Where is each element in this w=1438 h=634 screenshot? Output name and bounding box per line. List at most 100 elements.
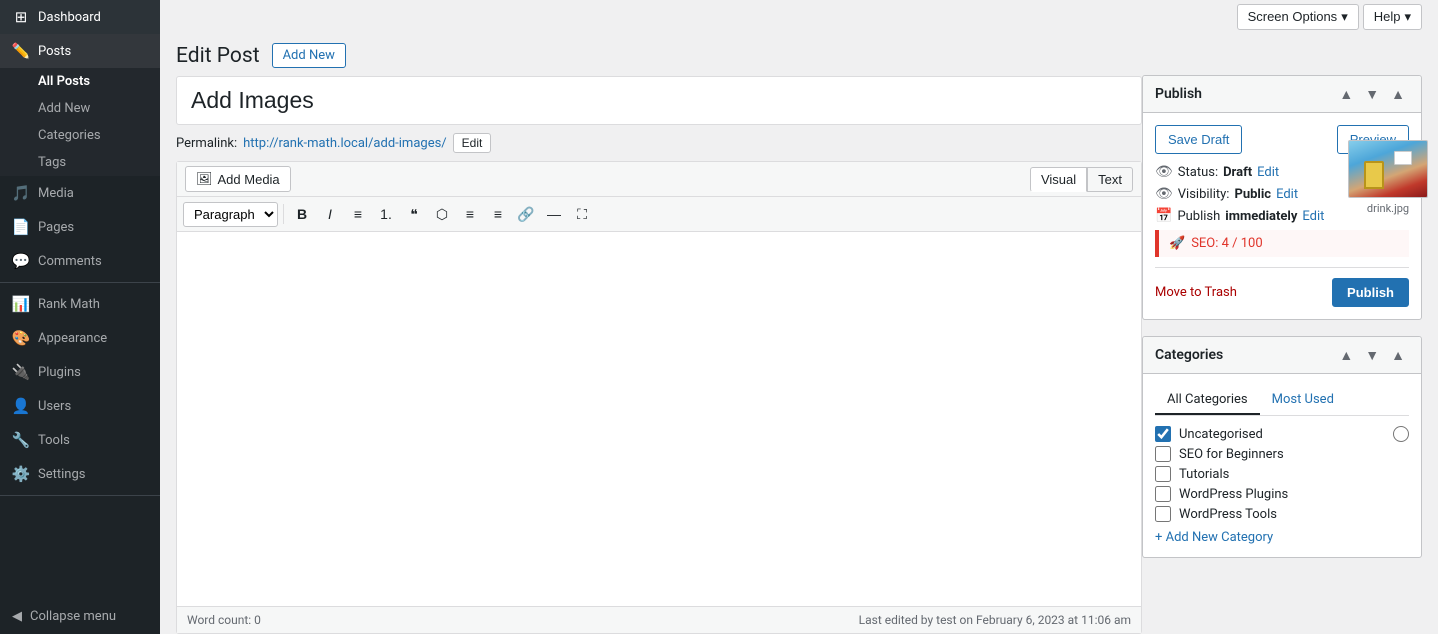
publish-collapse-down[interactable]: ▼ bbox=[1361, 84, 1383, 104]
publish-close[interactable]: ▲ bbox=[1387, 84, 1409, 104]
sidebar-divider-2 bbox=[0, 495, 160, 496]
visibility-label: Visibility: bbox=[1178, 187, 1230, 202]
publish-metabox-title: Publish bbox=[1155, 86, 1202, 102]
ordered-list-button[interactable]: 1. bbox=[373, 201, 399, 227]
publish-metabox: Publish ▲ ▼ ▲ Save Draft Preview 👁 Statu… bbox=[1142, 75, 1422, 320]
plugins-icon: 🔌 bbox=[12, 363, 30, 381]
sidebar-label-settings: Settings bbox=[38, 467, 85, 482]
sidebar-item-dashboard[interactable]: ⊞ Dashboard bbox=[0, 0, 160, 34]
appearance-icon: 🎨 bbox=[12, 329, 30, 347]
publish-collapse-up[interactable]: ▲ bbox=[1335, 84, 1357, 104]
visual-tab[interactable]: Visual bbox=[1030, 167, 1087, 192]
bold-button[interactable]: B bbox=[289, 201, 315, 227]
paragraph-select[interactable]: Paragraph bbox=[183, 202, 278, 227]
sidebar-item-add-new[interactable]: Add New bbox=[0, 95, 160, 122]
media-icon: 🎵 bbox=[12, 184, 30, 202]
add-new-button[interactable]: Add New bbox=[272, 43, 346, 68]
pages-icon: 📄 bbox=[12, 218, 30, 236]
categories-down[interactable]: ▼ bbox=[1361, 345, 1383, 365]
italic-button[interactable]: I bbox=[317, 201, 343, 227]
permalink-link[interactable]: http://rank-math.local/add-images/ bbox=[243, 136, 447, 151]
dashboard-icon: ⊞ bbox=[12, 8, 30, 26]
screen-options-chevron: ▾ bbox=[1341, 9, 1348, 25]
collapse-menu[interactable]: ◀ Collapse menu bbox=[0, 599, 160, 634]
collapse-label: Collapse menu bbox=[30, 609, 116, 624]
content-area: Edit Post Add New Permalink: http://rank… bbox=[160, 33, 1438, 634]
screen-options-button[interactable]: Screen Options ▾ bbox=[1237, 4, 1359, 30]
preview-button[interactable]: Preview bbox=[1337, 125, 1409, 154]
editor-body[interactable] bbox=[177, 232, 1141, 606]
text-tab[interactable]: Text bbox=[1087, 167, 1133, 192]
category-checkbox-wp-tools[interactable] bbox=[1155, 506, 1171, 522]
editor-wrapper: 🖼 Add Media Visual Text Paragraph B I bbox=[176, 161, 1142, 634]
tab-all-categories[interactable]: All Categories bbox=[1155, 386, 1260, 415]
post-title-input[interactable] bbox=[176, 76, 1142, 125]
editor-toolbar: Paragraph B I ≡ 1. ❝ ⬡ ≡ ≡ 🔗 — ⛶ bbox=[177, 197, 1141, 232]
category-list: Uncategorised SEO for Beginners Tutorial… bbox=[1155, 426, 1409, 522]
visibility-row: 👁 Visibility: Public Edit bbox=[1155, 186, 1409, 202]
sidebar-item-users[interactable]: 👤 Users bbox=[0, 389, 160, 423]
move-to-trash-link[interactable]: Move to Trash bbox=[1155, 285, 1237, 300]
sidebar-label-rank-math: Rank Math bbox=[38, 297, 100, 312]
category-checkbox-tutorials[interactable] bbox=[1155, 466, 1171, 482]
seo-value: SEO: 4 / 100 bbox=[1191, 236, 1262, 251]
publish-button[interactable]: Publish bbox=[1332, 278, 1409, 307]
publish-metabox-body: Save Draft Preview 👁 Status: Draft Edit … bbox=[1143, 113, 1421, 319]
editor-panel: Edit Post Add New Permalink: http://rank… bbox=[176, 33, 1142, 634]
editor-top-bar: 🖼 Add Media Visual Text bbox=[177, 162, 1141, 197]
sidebar-item-tools[interactable]: 🔧 Tools bbox=[0, 423, 160, 457]
permalink-row: Permalink: http://rank-math.local/add-im… bbox=[176, 133, 1142, 153]
category-checkbox-seo-beginners[interactable] bbox=[1155, 446, 1171, 462]
rank-math-icon: 📊 bbox=[12, 295, 30, 313]
category-item-tutorials: Tutorials bbox=[1155, 466, 1409, 482]
sidebar-item-settings[interactable]: ⚙️ Settings bbox=[0, 457, 160, 491]
sidebar-item-categories[interactable]: Categories bbox=[0, 122, 160, 149]
align-center-button[interactable]: ≡ bbox=[457, 201, 483, 227]
align-right-button[interactable]: ≡ bbox=[485, 201, 511, 227]
sidebar-item-all-posts[interactable]: All Posts bbox=[0, 68, 160, 95]
sidebar-item-rank-math[interactable]: 📊 Rank Math bbox=[0, 287, 160, 321]
link-button[interactable]: 🔗 bbox=[513, 201, 539, 227]
category-label-uncategorised: Uncategorised bbox=[1179, 427, 1263, 442]
visibility-edit-link[interactable]: Edit bbox=[1276, 187, 1298, 202]
add-new-category-link[interactable]: + Add New Category bbox=[1155, 530, 1409, 545]
sidebar-item-appearance[interactable]: 🎨 Appearance bbox=[0, 321, 160, 355]
help-button[interactable]: Help ▾ bbox=[1363, 4, 1422, 30]
settings-icon: ⚙️ bbox=[12, 465, 30, 483]
fullscreen-button[interactable]: ⛶ bbox=[569, 201, 595, 227]
more-button[interactable]: — bbox=[541, 201, 567, 227]
category-label-wp-plugins: WordPress Plugins bbox=[1179, 487, 1288, 502]
categories-close[interactable]: ▲ bbox=[1387, 345, 1409, 365]
blockquote-button[interactable]: ❝ bbox=[401, 201, 427, 227]
align-left-button[interactable]: ⬡ bbox=[429, 201, 455, 227]
categories-title: Categories bbox=[1155, 347, 1223, 363]
sidebar-label-comments: Comments bbox=[38, 254, 102, 269]
tab-most-used[interactable]: Most Used bbox=[1260, 386, 1346, 415]
sidebar-label-dashboard: Dashboard bbox=[38, 10, 101, 25]
unordered-list-button[interactable]: ≡ bbox=[345, 201, 371, 227]
status-edit-link[interactable]: Edit bbox=[1257, 165, 1279, 180]
seo-row: 🚀 SEO: 4 / 100 bbox=[1155, 230, 1409, 257]
publish-edit-link[interactable]: Edit bbox=[1302, 209, 1324, 224]
sidebar-item-pages[interactable]: 📄 Pages bbox=[0, 210, 160, 244]
category-checkbox-wp-plugins[interactable] bbox=[1155, 486, 1171, 502]
category-label-seo-beginners: SEO for Beginners bbox=[1179, 447, 1284, 462]
permalink-edit-button[interactable]: Edit bbox=[453, 133, 492, 153]
sidebar-item-posts[interactable]: ✏️ Posts bbox=[0, 34, 160, 68]
sidebar-item-tags[interactable]: Tags bbox=[0, 149, 160, 176]
sidebar-label-media: Media bbox=[38, 186, 74, 201]
category-item-wp-tools: WordPress Tools bbox=[1155, 506, 1409, 522]
save-draft-button[interactable]: Save Draft bbox=[1155, 125, 1242, 154]
sidebar-item-comments[interactable]: 💬 Comments bbox=[0, 244, 160, 278]
category-radio-uncategorised[interactable] bbox=[1393, 426, 1409, 442]
categories-up[interactable]: ▲ bbox=[1335, 345, 1357, 365]
collapse-icon: ◀ bbox=[12, 609, 22, 624]
sidebar-item-plugins[interactable]: 🔌 Plugins bbox=[0, 355, 160, 389]
sidebar-item-media[interactable]: 🎵 Media bbox=[0, 176, 160, 210]
toolbar-divider-1 bbox=[283, 204, 284, 224]
add-media-button[interactable]: 🖼 Add Media bbox=[185, 166, 291, 192]
status-row: 👁 Status: Draft Edit bbox=[1155, 164, 1409, 180]
status-icon: 👁 bbox=[1155, 164, 1173, 180]
visual-text-tabs: Visual Text bbox=[1030, 167, 1133, 192]
category-checkbox-uncategorised[interactable] bbox=[1155, 426, 1171, 442]
